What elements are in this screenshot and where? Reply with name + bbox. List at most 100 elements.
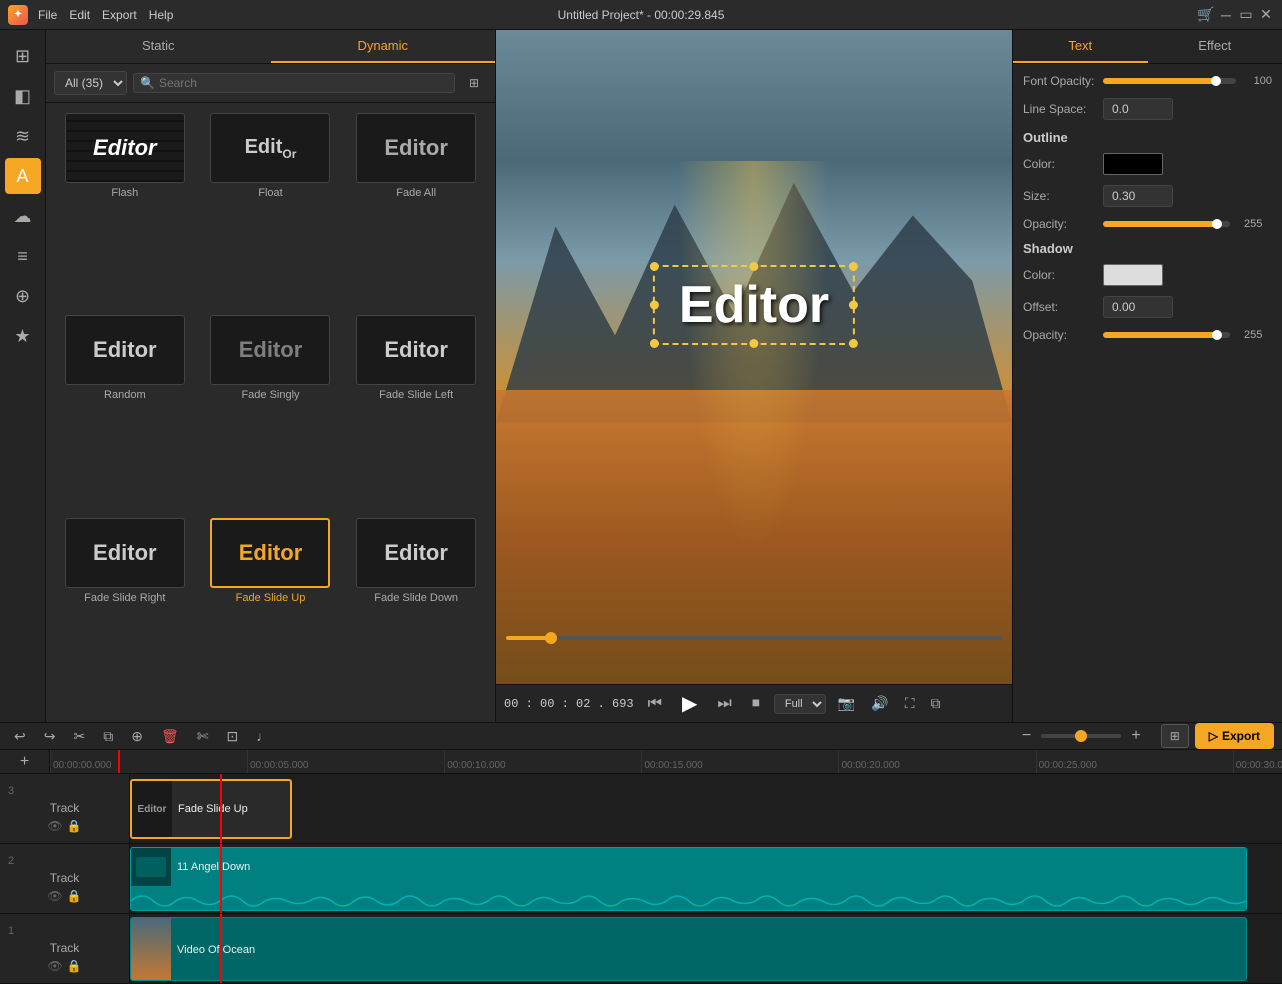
shadow-offset-input[interactable] [1103, 296, 1173, 318]
effect-fade-slide-down[interactable]: Editor Fade Slide Down [347, 518, 485, 712]
track-num-1: 1 [8, 925, 14, 937]
cart-icon[interactable]: 🛒 [1198, 7, 1214, 23]
clip-fade-slide-up[interactable]: Editor Fade Slide Up [130, 779, 292, 839]
tab-effect[interactable]: Effect [1148, 30, 1282, 63]
track-label-3: 3 Track 👁 🔒 [0, 774, 130, 843]
clip-video-ocean[interactable]: Video Of Ocean [130, 917, 1247, 981]
font-opacity-slider[interactable] [1103, 78, 1236, 84]
clip-thumb: Editor [132, 779, 172, 839]
sidebar-item-filters[interactable]: ⊕ [5, 278, 41, 314]
project-button[interactable]: ⊞ [1161, 729, 1189, 743]
zoom-out-button[interactable]: − [1016, 725, 1037, 747]
pip-button[interactable]: ⧉ [927, 693, 945, 714]
menu-help[interactable]: Help [149, 8, 174, 22]
menu-bar: File Edit Export Help [38, 8, 173, 22]
add-track-button[interactable]: + [0, 750, 50, 774]
outline-color-row: Color: [1023, 153, 1272, 175]
cut-scissors[interactable]: ✄ [191, 724, 215, 749]
effect-float[interactable]: EditOr Float [202, 113, 340, 307]
sidebar-item-layers[interactable]: ◧ [5, 78, 41, 114]
track-row-2: 2 Track 👁 🔒 11 Angel Down [0, 844, 1282, 914]
split-button[interactable]: ✂ [67, 724, 91, 749]
font-opacity-label: Font Opacity: [1023, 74, 1103, 88]
track-name-1: Track [50, 941, 80, 955]
effect-thumb-random: Editor [65, 315, 185, 385]
sidebar-item-transitions[interactable]: ≡ [5, 238, 41, 274]
export-button[interactable]: ▷ Export [1195, 723, 1274, 749]
track-lock-icon-2[interactable]: 🔒 [67, 889, 82, 903]
editor-text-overlay[interactable]: Editor [679, 275, 829, 335]
minimize-button[interactable]: ─ [1218, 7, 1234, 23]
snapshot-button[interactable]: 📷 [834, 693, 859, 714]
delete-button[interactable]: 🗑 [155, 724, 185, 749]
zoom-slider[interactable] [1041, 734, 1121, 738]
filter-dropdown[interactable]: All (35) [54, 71, 127, 95]
effect-thumb-fade-slide-right: Editor [65, 518, 185, 588]
sidebar-item-text[interactable]: A [5, 158, 41, 194]
right-tabs: Text Effect [1013, 30, 1282, 64]
tab-static[interactable]: Static [46, 30, 271, 63]
redo-button[interactable]: ↪ [38, 724, 62, 749]
undo-button[interactable]: ↩ [8, 724, 32, 749]
track-lock-icon-3[interactable]: 🔒 [67, 819, 82, 833]
effect-fade-slide-left[interactable]: Editor Fade Slide Left [347, 315, 485, 509]
outline-color-picker[interactable] [1103, 153, 1163, 175]
audio-button[interactable]: ♩ [250, 724, 276, 748]
track-num-2: 2 [8, 855, 14, 867]
maximize-button[interactable]: ▭ [1238, 7, 1254, 23]
effect-fade-slide-right[interactable]: Editor Fade Slide Right [56, 518, 194, 712]
tab-text[interactable]: Text [1013, 30, 1148, 63]
ruler-tick-5: 00:00:25.000 [1036, 750, 1097, 773]
copy-button[interactable]: ⧉ [97, 724, 119, 749]
grid-view-button[interactable]: ⊞ [461, 70, 487, 96]
menu-edit[interactable]: Edit [69, 8, 90, 22]
titlebar: ✦ File Edit Export Help Untitled Project… [0, 0, 1282, 30]
outline-size-input[interactable] [1103, 185, 1173, 207]
track-lock-icon-1[interactable]: 🔒 [67, 959, 82, 973]
shadow-opacity-slider[interactable] [1103, 332, 1230, 338]
effect-fade-slide-up[interactable]: Editor Fade Slide Up [202, 518, 340, 712]
sidebar-item-effects[interactable]: ☁ [5, 198, 41, 234]
outline-size-label: Size: [1023, 189, 1103, 203]
sidebar-item-stickers[interactable]: ★ [5, 318, 41, 354]
sidebar-item-media[interactable]: ⊞ [5, 38, 41, 74]
effect-text-fade-slide-down: Editor [384, 540, 448, 566]
outline-opacity-slider[interactable] [1103, 221, 1230, 227]
effect-thumb-fade-all: Editor [356, 113, 476, 183]
track-name-2: Track [50, 871, 80, 885]
effect-label-fade-slide-right: Fade Slide Right [84, 592, 165, 604]
effect-thumb-fade-slide-down: Editor [356, 518, 476, 588]
outline-section-title: Outline [1023, 130, 1272, 145]
app-logo: ✦ [8, 5, 28, 25]
effect-fade-all[interactable]: Editor Fade All [347, 113, 485, 307]
menu-file[interactable]: File [38, 8, 57, 22]
outline-opacity-number: 255 [1244, 218, 1272, 230]
effect-fade-singly[interactable]: Editor Fade Singly [202, 315, 340, 509]
search-input[interactable] [159, 76, 448, 90]
crop-button[interactable]: ⊡ [220, 724, 244, 749]
track-eye-icon-2[interactable]: 👁 [47, 889, 62, 903]
zoom-in-button[interactable]: + [1125, 725, 1146, 747]
line-space-row: Line Space: [1023, 98, 1272, 120]
stop-button[interactable]: ⏹ [746, 693, 766, 715]
volume-button[interactable]: 🔊 [867, 693, 892, 714]
effect-random[interactable]: Editor Random [56, 315, 194, 509]
menu-export[interactable]: Export [102, 8, 137, 22]
effect-flash[interactable]: Editor Flash [56, 113, 194, 307]
close-button[interactable]: ✕ [1258, 7, 1274, 23]
quality-select[interactable]: Full [774, 694, 826, 714]
sidebar-item-audio[interactable]: ≋ [5, 118, 41, 154]
skip-back-button[interactable]: ⏮ [642, 693, 668, 715]
clip-angel-down[interactable]: 11 Angel Down [130, 847, 1247, 911]
skip-forward-button[interactable]: ⏭ [711, 693, 737, 715]
track-eye-icon-1[interactable]: 👁 [47, 959, 62, 973]
fullscreen-button[interactable]: ⛶ [901, 693, 919, 714]
track-eye-icon-3[interactable]: 👁 [47, 819, 62, 833]
play-button[interactable]: ▶ [676, 689, 703, 718]
effect-label-fade-all: Fade All [396, 187, 436, 199]
add-media-button[interactable]: ⊕ [125, 724, 149, 749]
tab-dynamic[interactable]: Dynamic [271, 30, 496, 63]
line-space-input[interactable] [1103, 98, 1173, 120]
effect-thumb-fade-singly: Editor [210, 315, 330, 385]
shadow-color-picker[interactable] [1103, 264, 1163, 286]
